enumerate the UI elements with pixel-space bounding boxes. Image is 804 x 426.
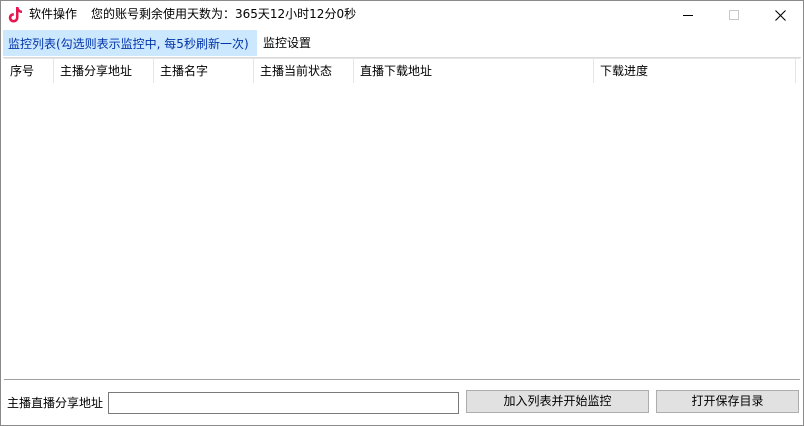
add-and-start-monitor-button[interactable]: 加入列表并开始监控 bbox=[466, 390, 649, 413]
monitor-list-table[interactable]: 序号 主播分享地址 主播名字 主播当前状态 直播下载地址 下载进度 bbox=[4, 58, 800, 380]
minimize-icon bbox=[683, 15, 693, 16]
title-bar: 软件操作 您的账号剩余使用天数为：365天12小时12分0秒 bbox=[1, 1, 803, 29]
close-icon bbox=[774, 9, 786, 21]
app-window: 软件操作 您的账号剩余使用天数为：365天12小时12分0秒 监控列表(勾选则表… bbox=[0, 0, 804, 426]
open-save-folder-button[interactable]: 打开保存目录 bbox=[656, 390, 799, 413]
tab-monitor-settings[interactable]: 监控设置 bbox=[259, 30, 315, 56]
maximize-button[interactable] bbox=[711, 1, 757, 29]
software-operation-menu[interactable]: 软件操作 bbox=[27, 6, 79, 22]
column-header-index[interactable]: 序号 bbox=[4, 59, 54, 83]
column-header-status[interactable]: 主播当前状态 bbox=[254, 59, 354, 83]
share-url-label: 主播直播分享地址 bbox=[7, 396, 104, 410]
column-header-streamer-name[interactable]: 主播名字 bbox=[154, 59, 254, 83]
column-header-progress[interactable]: 下载进度 bbox=[594, 59, 796, 83]
table-header: 序号 主播分享地址 主播名字 主播当前状态 直播下载地址 下载进度 bbox=[4, 59, 796, 83]
minimize-button[interactable] bbox=[665, 1, 711, 29]
maximize-icon bbox=[729, 10, 739, 20]
tab-monitor-list[interactable]: 监控列表(勾选则表示监控中, 每5秒刷新一次) bbox=[3, 30, 257, 56]
tiktok-app-icon bbox=[8, 7, 22, 23]
close-button[interactable] bbox=[757, 1, 803, 29]
column-header-share-url[interactable]: 主播分享地址 bbox=[54, 59, 154, 83]
window-title: 您的账号剩余使用天数为：365天12小时12分0秒 bbox=[91, 7, 357, 21]
column-header-download-url[interactable]: 直播下载地址 bbox=[354, 59, 594, 83]
share-url-input[interactable] bbox=[108, 392, 459, 414]
tab-bar: 监控列表(勾选则表示监控中, 每5秒刷新一次) 监控设置 bbox=[3, 30, 801, 58]
